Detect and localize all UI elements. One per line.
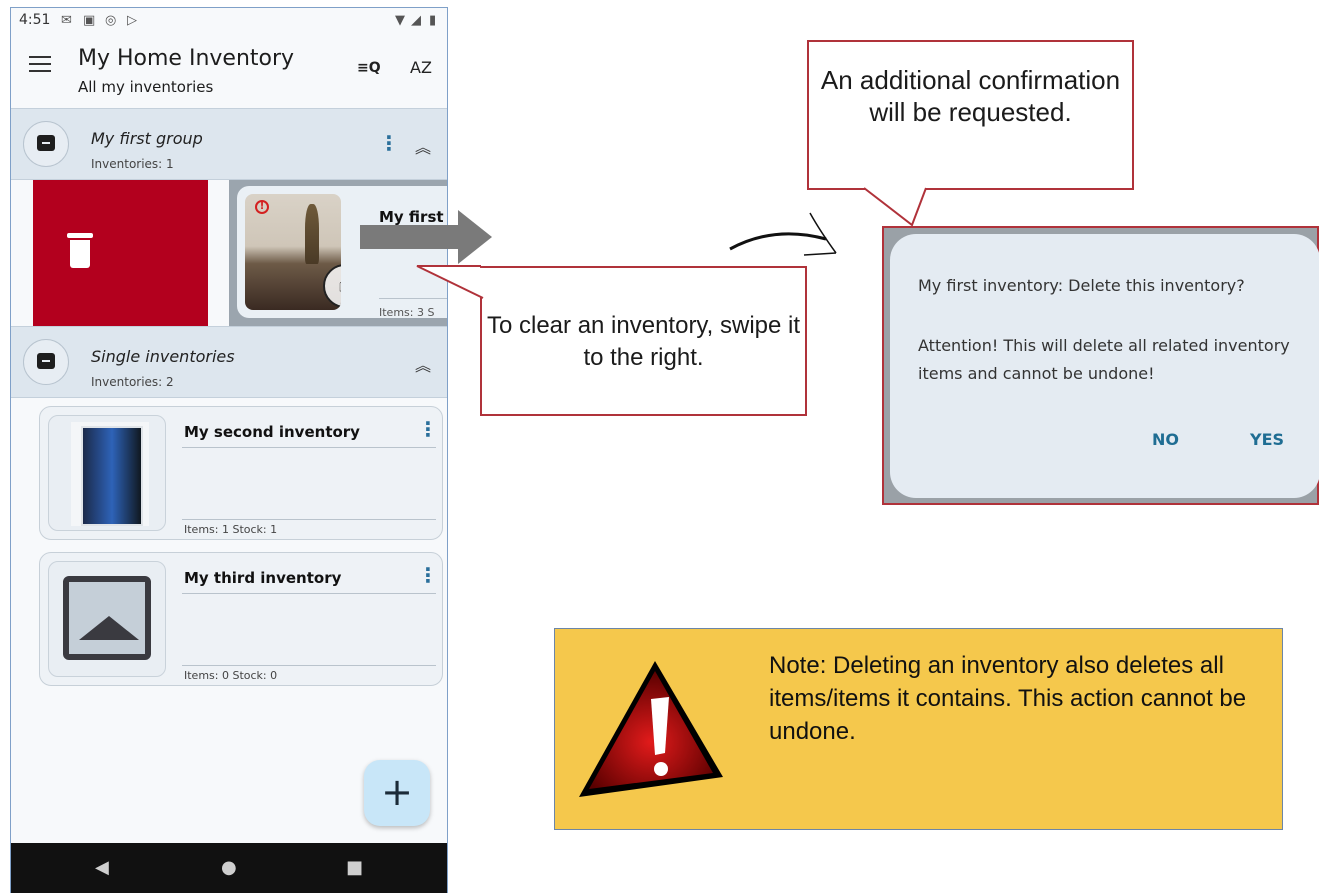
callout-pointer [415, 265, 484, 299]
search-icon[interactable]: ≡Q [357, 60, 381, 76]
callout-swipe: To clear an inventory, swipe it to the r… [480, 266, 807, 416]
kebab-icon[interactable]: ⋮ [379, 131, 399, 155]
image-placeholder-icon [63, 576, 151, 660]
dialog-no-button[interactable]: NO [1152, 430, 1179, 449]
sort-icon[interactable]: AZ [410, 58, 432, 77]
dialog-title: My first inventory: Delete this inventor… [918, 276, 1245, 295]
callout-confirmation: An additional confirmation will be reque… [807, 40, 1134, 190]
note-box: Note: Deleting an inventory also deletes… [554, 628, 1283, 830]
system-nav-bar: ◀ ● ■ [11, 843, 447, 893]
curved-arrow-icon [729, 212, 837, 256]
inventory-title: My third inventory [184, 569, 342, 587]
group-count: Inventories: 1 [91, 157, 174, 171]
confirm-dialog: My first inventory: Delete this inventor… [890, 234, 1319, 498]
wifi-icon: ▼ [395, 13, 405, 28]
archive-icon [37, 135, 55, 151]
callout-confirmation-text: An additional confirmation will be reque… [820, 65, 1121, 127]
inventory-thumbnail [48, 415, 166, 531]
notification-icon: ▣ [83, 13, 96, 28]
group-name: My first group [91, 129, 203, 148]
archive-icon [37, 353, 55, 369]
inventory-stats: Items: 0 Stock: 0 [184, 669, 278, 682]
divider [182, 593, 436, 594]
app-title: My Home Inventory [78, 46, 295, 71]
inventory-stats: Items: 1 Stock: 1 [184, 523, 278, 536]
note-text: Note: Deleting an inventory also deletes… [769, 652, 1247, 745]
sync-icon: ◎ [105, 13, 117, 28]
battery-icon: ▮ [429, 13, 437, 28]
divider [182, 665, 436, 666]
app-subtitle: All my inventories [78, 78, 214, 96]
collapse-icon[interactable]: ︽ [415, 134, 431, 158]
callout-pointer [863, 187, 927, 227]
divider [182, 447, 436, 448]
phone-screen: 4:51 ✉ ▣ ◎ ▷ ▼ ◢ ▮ My Home Inventory All… [10, 7, 448, 893]
warning-triangle-icon [579, 661, 723, 797]
callout-swipe-text: To clear an inventory, swipe it to the r… [486, 312, 801, 371]
group-avatar [23, 121, 69, 167]
play-icon: ▷ [127, 13, 137, 28]
collapse-icon[interactable]: ︽ [415, 352, 431, 376]
hand-icon: ☝ [323, 264, 341, 308]
recents-icon[interactable]: ■ [346, 857, 363, 878]
dialog-yes-button[interactable]: YES [1250, 430, 1284, 449]
group-header-first[interactable]: My first group Inventories: 1 ⋮ ︽ [11, 108, 447, 180]
inventory-thumbnail [48, 561, 166, 677]
plant-decoration [305, 204, 319, 264]
kebab-icon[interactable]: ⋮ [418, 563, 438, 587]
signal-icon: ◢ [411, 13, 421, 28]
inventory-card[interactable]: My third inventory ⋮ Items: 0 Stock: 0 [39, 552, 443, 686]
sort-label: AZ [410, 58, 432, 77]
inventory-title: My second inventory [184, 423, 360, 441]
group-avatar [23, 339, 69, 385]
add-icon[interactable]: + [364, 760, 430, 826]
inventory-card[interactable]: My second inventory ⋮ Items: 1 Stock: 1 [39, 406, 443, 540]
back-icon[interactable]: ◀ [95, 857, 109, 878]
confirm-dialog-frame: My first inventory: Delete this inventor… [882, 226, 1319, 505]
inventory-photo: ! ☝ [245, 194, 341, 310]
gmail-icon: ✉ [61, 13, 72, 28]
group-name: Single inventories [91, 347, 235, 366]
group-count: Inventories: 2 [91, 375, 174, 389]
status-time: 4:51 [19, 12, 51, 28]
status-bar: 4:51 ✉ ▣ ◎ ▷ ▼ ◢ ▮ [11, 8, 447, 34]
home-icon[interactable]: ● [221, 857, 237, 878]
dialog-message: Attention! This will delete all related … [918, 336, 1290, 383]
kebab-icon[interactable]: ⋮ [418, 417, 438, 441]
trash-icon [67, 233, 93, 269]
inventory-stats: Items: 3 S [379, 306, 435, 319]
delete-swipe-background [33, 180, 208, 326]
divider [182, 519, 436, 520]
app-bar: My Home Inventory All my inventories ≡Q … [11, 38, 447, 108]
group-header-single[interactable]: Single inventories Inventories: 2 ︽ [11, 326, 447, 398]
menu-icon[interactable] [29, 56, 51, 74]
pc-case-image [71, 422, 149, 526]
warning-icon: ! [255, 200, 269, 214]
